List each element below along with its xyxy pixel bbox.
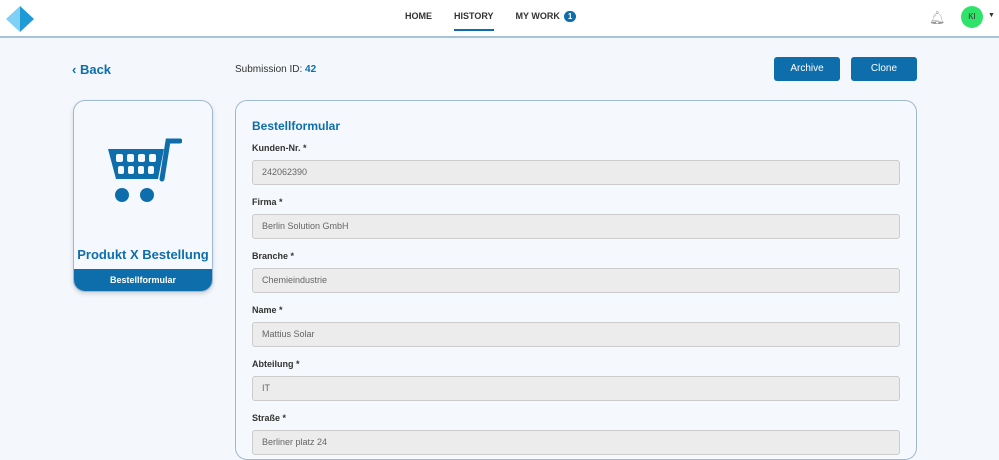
nav-my-work-label: MY WORK <box>515 11 560 21</box>
field-input[interactable]: IT <box>252 376 900 401</box>
field-label: Abteilung * <box>252 359 300 369</box>
top-bar: HOME HISTORY MY WORK 1 🔔︎ KI ▼ <box>0 0 999 38</box>
field-input[interactable]: Berliner platz 24 <box>252 430 900 455</box>
nav-my-work[interactable]: MY WORK 1 <box>516 11 577 31</box>
chevron-left-icon: ‹ <box>72 62 80 77</box>
nav-history[interactable]: HISTORY <box>454 11 494 31</box>
bell-icon[interactable]: 🔔︎ <box>929 10 946 26</box>
field-label: Name * <box>252 305 283 315</box>
submission-value: 42 <box>305 64 317 75</box>
card-footer: Bestellformular <box>74 269 212 291</box>
field-input[interactable]: 242062390 <box>252 160 900 185</box>
submission-label: Submission ID: <box>235 64 303 75</box>
archive-button[interactable]: Archive <box>774 57 840 81</box>
field-input[interactable]: Mattius Solar <box>252 322 900 347</box>
order-form: Bestellformular Kunden-Nr. * 242062390 Fir… <box>235 100 917 460</box>
chevron-down-icon[interactable]: ▼ <box>988 12 995 19</box>
field-input[interactable]: Chemieindustrie <box>252 268 900 293</box>
shopping-cart-icon <box>108 138 182 202</box>
my-work-badge: 1 <box>563 11 577 22</box>
nav-home[interactable]: HOME <box>405 11 432 31</box>
field-input[interactable]: Berlin Solution GmbH <box>252 214 900 239</box>
avatar[interactable]: KI <box>961 6 983 28</box>
form-card[interactable]: Produkt X Bestellung Bestellformular <box>73 100 213 292</box>
field-label: Branche * <box>252 251 295 261</box>
field-label: Straße * <box>252 413 287 423</box>
field-label: Firma * <box>252 197 283 207</box>
field-label: Kunden-Nr. * <box>252 143 307 153</box>
back-label: Back <box>79 62 112 77</box>
card-title: Produkt X Bestellung <box>77 247 209 262</box>
back-link[interactable]: ‹ Back <box>72 62 111 77</box>
submission-id: Submission ID: 42 <box>235 64 316 75</box>
clone-button[interactable]: Clone <box>851 57 917 81</box>
form-title: Bestellformular <box>252 119 341 133</box>
logo-icon[interactable] <box>6 6 34 32</box>
